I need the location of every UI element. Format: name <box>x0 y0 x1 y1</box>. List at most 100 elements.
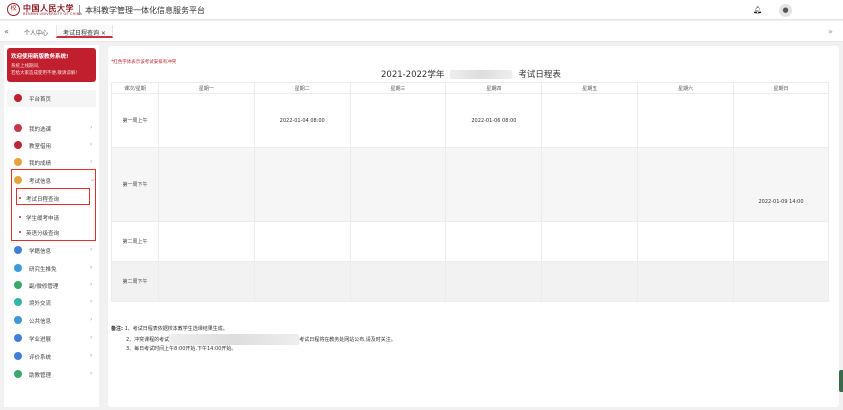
highlight-exam-group <box>11 169 96 241</box>
sidebar-item-label: 评价系统 <box>29 355 52 361</box>
remark-text: 1、考试日程表依据校本教学生选课结果生成。 <box>124 326 228 332</box>
sidebar-item-label: 学业进展 <box>29 337 52 343</box>
info-icon <box>14 316 22 324</box>
table-cell <box>541 147 639 222</box>
sidebar-item-label: 副/微修管理 <box>29 284 59 290</box>
sidebar-item-my-courses[interactable]: 我的选课 › <box>7 122 96 134</box>
sidebar-item-label: 教室借用 <box>29 144 52 150</box>
course-icon <box>14 124 22 132</box>
table-cell <box>157 93 255 148</box>
university-logo: 校 <box>7 3 20 16</box>
bell-icon[interactable]: 🔔︎ <box>753 6 762 14</box>
student-status-icon <box>14 246 22 254</box>
column-header: 星期五 <box>541 82 639 94</box>
table-cell <box>157 221 255 262</box>
table-cell <box>253 147 351 222</box>
evaluation-icon <box>14 352 22 360</box>
tab-exam-schedule[interactable]: 考试日程查询 × <box>56 25 113 38</box>
grades-icon <box>14 158 22 166</box>
sidebar-item-ta[interactable]: 助教管理 › <box>7 368 96 380</box>
minor-icon <box>14 281 22 289</box>
table-cell <box>157 261 255 302</box>
schedule-title: 2021-2022学年 考试日程表 <box>381 68 561 80</box>
side-float-tab[interactable] <box>839 370 843 392</box>
table-cell <box>637 147 735 222</box>
table-cell <box>349 221 447 262</box>
table-cell <box>349 147 447 222</box>
tab-scroll-left-icon[interactable]: « <box>4 27 9 36</box>
table-cell <box>733 221 829 262</box>
sidebar-item-postgrad[interactable]: 研究生推免 › <box>7 262 96 274</box>
sidebar-item-label: 我的选课 <box>29 127 52 133</box>
table-cell <box>157 147 255 222</box>
sidebar-item-label: 助教管理 <box>29 373 52 379</box>
home-icon <box>14 94 22 102</box>
sidebar-item-exchange[interactable]: 境外交流 › <box>7 296 96 308</box>
remarks: 备注: 1、考试日程表依据校本教学生选课结果生成。 2、冲突课程的考试 考试日程将… <box>111 325 396 353</box>
sidebar-item-home[interactable]: 平台首页 <box>7 90 96 107</box>
conflict-tip: *红色字体表示该考试安排有冲突 <box>111 60 177 65</box>
classroom-icon <box>14 141 22 149</box>
exam-schedule-table: 课次/星期 星期一 星期二 星期三 星期四 星期五 星期六 星期日 第一周上午 … <box>111 82 829 302</box>
system-notice: 欢迎使用新版教务系统! 系统上线期间, 若给大家造成使用不便,敬请谅解! <box>7 48 96 82</box>
chevron-right-icon: › <box>90 158 93 165</box>
tab-personal-center[interactable]: 个人中心 <box>24 28 48 37</box>
chevron-right-icon: › <box>90 246 93 253</box>
redacted-text <box>450 70 513 79</box>
tab-scroll-right-icon[interactable]: » <box>828 27 833 36</box>
chevron-right-icon: › <box>90 124 93 131</box>
sidebar-item-minor[interactable]: 副/微修管理 › <box>7 279 96 291</box>
chevron-right-icon: › <box>90 352 93 359</box>
sidebar-item-classroom[interactable]: 教室借用 › <box>7 139 96 151</box>
notice-line-1: 系统上线期间, <box>11 64 40 69</box>
schedule-year: 2021-2022学年 <box>381 70 445 80</box>
sidebar-item-student-status[interactable]: 学籍信息 › <box>7 244 96 256</box>
logo-english-name: RENMIN UNIVERSITY OF CHINA <box>23 12 83 16</box>
chevron-right-icon: › <box>90 264 93 271</box>
sidebar-item-label: 学籍信息 <box>29 249 52 255</box>
table-cell <box>637 261 735 302</box>
table-cell <box>349 93 447 148</box>
remark-text: 考试日程将在教务处网站公布,请及时关注。 <box>299 336 396 343</box>
row-label: 第一周上午 <box>111 93 159 148</box>
table-cell: 2022-01-09 14:00 <box>733 147 829 222</box>
highlight-exam-schedule <box>16 188 90 205</box>
redacted-text <box>169 333 300 345</box>
remark-line-3: 3、每日考试时间上午8:00开始,下午14:00开始。 <box>126 345 237 352</box>
table-row: 第一周下午 2022-01-09 14:00 <box>111 147 829 222</box>
platform-title: 本科教学管理一体化信息服务平台 <box>85 6 205 15</box>
header-divider <box>79 5 80 15</box>
tab-bar: « 个人中心 考试日程查询 × » <box>0 21 843 42</box>
remark-label: 备注: <box>111 326 123 332</box>
globe-icon <box>14 298 22 306</box>
table-cell <box>733 93 829 148</box>
table-row: 第二周上午 <box>111 221 829 262</box>
column-header: 星期二 <box>253 82 351 94</box>
column-header: 星期日 <box>733 82 829 94</box>
sidebar-item-public-info[interactable]: 公共信息 › <box>7 314 96 326</box>
sidebar-item-progress[interactable]: 学业进展 › <box>7 332 96 344</box>
table-cell <box>349 261 447 302</box>
sidebar-item-grades[interactable]: 我的成绩 › <box>7 156 96 168</box>
table-cell <box>445 221 543 262</box>
table-cell <box>253 261 351 302</box>
user-avatar-icon[interactable]: ● <box>779 4 792 17</box>
table-cell: 2022-01-04 08:00 <box>253 93 351 148</box>
schedule-title-text: 考试日程表 <box>518 70 561 80</box>
notice-title: 欢迎使用新版教务系统! <box>11 54 69 60</box>
row-label: 第一周下午 <box>111 147 159 222</box>
chevron-right-icon: › <box>90 298 93 305</box>
sidebar-item-label: 研究生推免 <box>29 267 57 273</box>
sidebar-item-evaluation[interactable]: 评价系统 › <box>7 350 96 362</box>
table-row: 第一周上午 2022-01-04 08:00 2022-01-06 08:00 <box>111 93 829 148</box>
postgrad-icon <box>14 264 22 272</box>
sidebar-item-label: 我的成绩 <box>29 161 52 167</box>
notice-line-2: 若给大家造成使用不便,敬请谅解! <box>11 71 78 76</box>
sidebar-item-label: 平台首页 <box>29 97 52 103</box>
column-header: 星期三 <box>349 82 447 94</box>
table-cell <box>541 221 639 262</box>
row-label: 第二周上午 <box>111 221 159 262</box>
table-cell: 2022-01-06 08:00 <box>445 93 543 148</box>
chevron-right-icon: › <box>90 334 93 341</box>
chevron-right-icon: › <box>90 370 93 377</box>
